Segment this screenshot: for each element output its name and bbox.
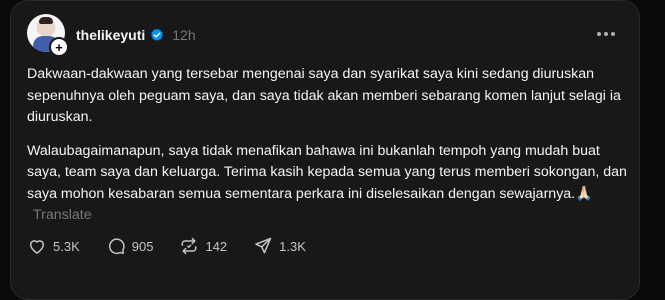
avatar-container[interactable]: +: [27, 14, 69, 57]
post-paragraph-text: Walaubagaimanapun, saya tidak menafikan …: [27, 142, 627, 202]
thread-post-card: + thelikeyuti 12h Dakwaan-dakwaan yang t…: [10, 0, 640, 300]
heart-icon: [29, 240, 45, 254]
repost-count: 142: [205, 238, 228, 254]
verified-badge-icon: [151, 28, 164, 41]
send-icon: [255, 237, 272, 254]
reply-button[interactable]: 905: [106, 236, 154, 256]
reply-count: 905: [131, 238, 154, 254]
post-header: thelikeyuti 12h: [76, 26, 196, 44]
comment-icon: [108, 238, 125, 255]
dot: [597, 32, 601, 36]
dot: [604, 32, 608, 36]
repost-button[interactable]: 142: [179, 236, 227, 256]
username[interactable]: thelikeyuti: [76, 27, 145, 43]
plus-icon[interactable]: +: [49, 37, 69, 57]
avatar-hair: [39, 17, 53, 24]
share-button[interactable]: 1.3K: [253, 236, 306, 256]
dot: [611, 32, 615, 36]
post-paragraph: Dakwaan-dakwaan yang tersebar mengenai s…: [27, 66, 621, 125]
repost-icon: [182, 237, 197, 255]
action-bar: 5.3K 905 142 1.3K: [27, 236, 332, 256]
like-button[interactable]: 5.3K: [27, 236, 80, 256]
translate-link[interactable]: Translate: [33, 207, 92, 223]
post-timestamp[interactable]: 12h: [172, 27, 195, 43]
like-count: 5.3K: [53, 238, 80, 254]
more-dots-icon[interactable]: [597, 32, 615, 36]
share-count: 1.3K: [279, 238, 306, 254]
post-paragraph: Walaubagaimanapun, saya tidak menafikan …: [27, 141, 627, 227]
post-body: Dakwaan-dakwaan yang tersebar mengenai s…: [27, 64, 627, 239]
